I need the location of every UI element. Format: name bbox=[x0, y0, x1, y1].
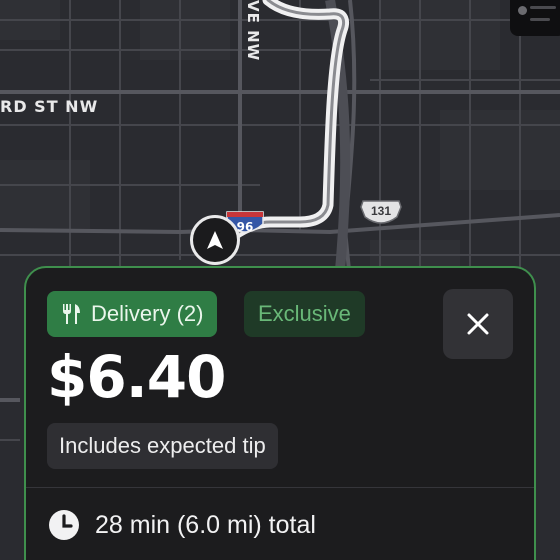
offer-price: $6.40 bbox=[47, 343, 226, 411]
fork-knife-icon bbox=[63, 304, 80, 324]
delivery-badge: Delivery (2) bbox=[47, 291, 218, 337]
close-button[interactable] bbox=[443, 289, 513, 359]
tip-note: Includes expected tip bbox=[47, 423, 278, 469]
navigation-arrow-glyph bbox=[207, 231, 223, 249]
clock-icon bbox=[49, 510, 79, 540]
close-icon bbox=[467, 313, 489, 335]
divider bbox=[26, 487, 534, 488]
tip-note-label: Includes expected tip bbox=[59, 433, 266, 458]
exclusive-badge-label: Exclusive bbox=[258, 301, 351, 326]
eta-row: 28 min (6.0 mi) total bbox=[47, 508, 316, 542]
avatar-dot-icon bbox=[518, 6, 527, 15]
thumbnail-line bbox=[530, 18, 550, 21]
delivery-offer-card[interactable]: Delivery (2) Exclusive $6.40 Includes ex… bbox=[24, 266, 536, 560]
navigation-arrow-icon[interactable] bbox=[190, 215, 240, 265]
notification-thumbnail[interactable] bbox=[510, 0, 560, 36]
eta-text: 28 min (6.0 mi) total bbox=[95, 510, 316, 539]
us-route-number: 131 bbox=[370, 204, 392, 218]
driver-map-screen: RD ST NW VE NW 131 96 Delivery (2) Exclu… bbox=[0, 0, 560, 560]
delivery-badge-label: Delivery (2) bbox=[91, 301, 204, 326]
street-label-vertical: VE NW bbox=[244, 0, 262, 62]
thumbnail-line bbox=[530, 6, 556, 9]
street-label-horizontal: RD ST NW bbox=[0, 97, 99, 116]
us-route-shield: 131 bbox=[359, 199, 403, 227]
exclusive-badge: Exclusive bbox=[244, 291, 365, 337]
